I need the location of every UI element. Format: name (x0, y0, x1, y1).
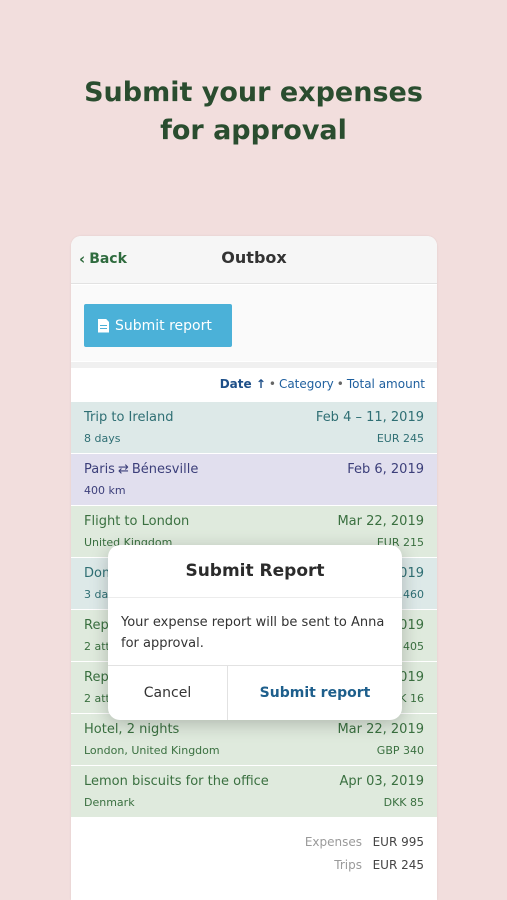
toolbar: Submit report (71, 285, 437, 361)
list-item[interactable]: Lemon biscuits for the office Denmark Ap… (71, 766, 437, 818)
item-title: Rep (84, 670, 109, 685)
expenses-label: Expenses (304, 834, 362, 849)
arrow-up-icon: ↑ (255, 377, 266, 391)
item-title: Paris ⇄ Bénesville (84, 462, 199, 477)
headline-line-2: for approval (160, 115, 347, 146)
submit-report-dialog: Submit Report Your expense report will b… (108, 545, 402, 720)
expenses-value: EUR 995 (372, 834, 424, 849)
item-title: Trip to Ireland (84, 410, 174, 425)
item-date: 019 (399, 618, 424, 633)
swap-arrows-icon: ⇄ (117, 462, 129, 477)
headline: Submit your expenses for approval (0, 74, 507, 150)
item-date: 019 (399, 670, 424, 685)
item-amount: GBP 340 (376, 744, 424, 757)
sort-options: Date ↑ • Category • Total amount (219, 377, 425, 391)
item-subtitle: 400 km (84, 484, 126, 497)
item-title: Lemon biscuits for the office (84, 774, 269, 789)
list-item[interactable]: Paris ⇄ Bénesville 400 km Feb 6, 2019 (71, 454, 437, 506)
item-amount: DKK 85 (383, 796, 424, 809)
list-item[interactable]: Trip to Ireland 8 days Feb 4 – 11, 2019 … (71, 402, 437, 454)
dialog-actions: Cancel Submit report (108, 665, 402, 720)
item-date: Mar 22, 2019 (337, 722, 424, 737)
dialog-title: Submit Report (185, 561, 325, 581)
sort-date[interactable]: Date ↑ (220, 377, 266, 391)
dialog-message: Your expense report will be sent to Anna… (108, 597, 402, 664)
item-subtitle: London, United Kingdom (84, 744, 220, 757)
item-subtitle: 3 da (84, 588, 109, 601)
cancel-button[interactable]: Cancel (108, 666, 228, 720)
item-subtitle: 2 att (84, 640, 110, 653)
item-subtitle: 2 att (84, 692, 110, 705)
item-date: Mar 22, 2019 (337, 514, 424, 529)
sort-category[interactable]: Category (279, 377, 334, 391)
item-subtitle: Denmark (84, 796, 135, 809)
trips-label: Trips (334, 857, 362, 872)
totals-trips: Trips EUR 245 (305, 853, 424, 876)
trips-value: EUR 245 (372, 857, 424, 872)
item-amount: K 16 (399, 692, 424, 705)
item-title: Flight to London (84, 514, 190, 529)
item-amount: EUR 245 (376, 432, 424, 445)
sort-bar: Date ↑ • Category • Total amount (71, 362, 437, 401)
list-item[interactable]: Hotel, 2 nights London, United Kingdom M… (71, 714, 437, 766)
headline-line-1: Submit your expenses (84, 77, 423, 108)
item-title: Rep (84, 618, 109, 633)
item-date: Feb 4 – 11, 2019 (315, 410, 424, 425)
document-icon (98, 318, 109, 333)
submit-report-button[interactable]: Submit report (84, 304, 232, 347)
page-title: Outbox (221, 248, 287, 267)
item-date: 019 (399, 566, 424, 581)
submit-report-label: Submit report (115, 317, 212, 334)
confirm-submit-button[interactable]: Submit report (228, 666, 402, 720)
item-date: Feb 6, 2019 (347, 462, 424, 477)
item-subtitle: 8 days (84, 432, 121, 445)
item-amount: 405 (403, 640, 424, 653)
item-date: Apr 03, 2019 (339, 774, 424, 789)
totals-expenses: Expenses EUR 995 (305, 830, 424, 853)
sort-total-amount[interactable]: Total amount (347, 377, 425, 391)
totals: Expenses EUR 995 Trips EUR 245 (305, 830, 424, 876)
item-title: Hotel, 2 nights (84, 722, 180, 737)
navbar: ‹ Back Outbox (71, 236, 437, 284)
item-amount: 460 (403, 588, 424, 601)
